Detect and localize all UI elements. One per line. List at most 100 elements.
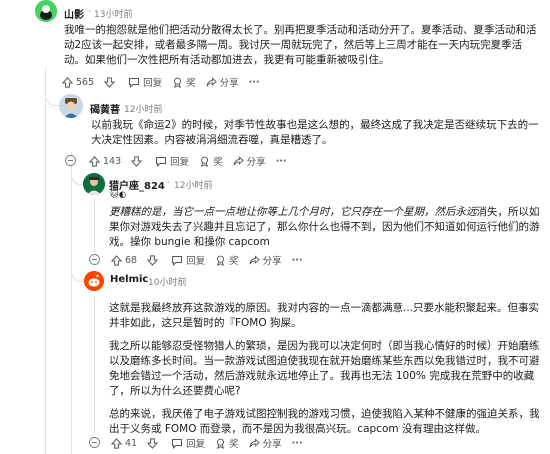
reply-label: 回复 — [186, 439, 206, 450]
award-label: 奖 — [229, 439, 239, 450]
thread-connector — [71, 166, 84, 282]
share-icon — [249, 254, 260, 264]
avatar[interactable] — [84, 271, 104, 291]
award-label: 奖 — [186, 78, 196, 89]
vote-count: 41 — [125, 437, 138, 449]
downvote-icon — [147, 254, 159, 266]
award-label: 奖 — [229, 256, 239, 267]
upvote-button[interactable]: 143 — [89, 156, 121, 167]
comment-paragraph: 我之所以能够忍受怪物猎人的繁琐，是因为我可以决定何时（即当我心情好的时候）开始磨… — [109, 340, 540, 397]
comment-icon — [172, 438, 183, 449]
user-avatar-icon — [83, 173, 105, 195]
share-label: 分享 — [246, 157, 266, 168]
meta-separator: · — [88, 7, 91, 17]
comment-username[interactable]: 山影 — [64, 6, 84, 21]
reply-button[interactable]: 回复 — [171, 436, 205, 450]
share-icon — [233, 155, 244, 165]
reply-button[interactable]: 回复 — [171, 253, 205, 267]
comment-paragraph: 以前我玩《命运2》的时候，对季节性故事也是这么想的，最终这成了我决定是否继续玩下… — [91, 119, 539, 146]
more-options-button[interactable]: ··· — [276, 156, 287, 167]
award-button[interactable]: 奖 — [215, 253, 239, 267]
award-button[interactable]: 奖 — [172, 75, 196, 89]
reply-button[interactable]: 回复 — [128, 75, 162, 89]
reply-label: 回复 — [170, 157, 190, 168]
share-icon — [249, 437, 260, 447]
thread-line-level1[interactable] — [45, 68, 46, 454]
italic-text: 更糟糕的是，当它一点一点地让你等上几个月时，它只存在一个星期，然后永远 — [109, 206, 477, 218]
share-button[interactable]: 分享 — [249, 253, 282, 267]
comment-timestamp[interactable]: 13小时前 — [94, 7, 132, 20]
upvote-icon — [111, 437, 122, 449]
comment-body: 更糟糕的是，当它一点一点地让你等上几个月时，它只存在一个星期，然后永远消失，所以… — [109, 205, 541, 250]
thread-line-level3[interactable] — [94, 199, 95, 253]
avatar[interactable] — [35, 0, 57, 22]
comment-actions: 565 回复 奖 分享 ··· — [62, 75, 270, 89]
avatar[interactable] — [59, 94, 83, 118]
downvote-button[interactable] — [147, 254, 161, 266]
meta-separator: · — [117, 102, 120, 112]
upvote-icon — [89, 155, 100, 167]
share-label: 分享 — [219, 78, 239, 89]
downvote-button[interactable] — [147, 437, 161, 449]
collapse-icon[interactable] — [89, 254, 100, 265]
comment-actions: 68 回复 奖 分享 ··· — [111, 253, 312, 267]
award-icon — [217, 255, 225, 266]
comment-paragraph: 总的来说，我厌倦了电子游戏试图控制我的游戏习惯，迫使我陷入某种不健康的强迫关系，… — [109, 408, 540, 435]
upvote-button[interactable]: 565 — [62, 77, 94, 88]
award-icon — [217, 438, 225, 449]
award-button[interactable]: 奖 — [215, 436, 239, 450]
comment-body: 以前我玩《命运2》的时候，对季节性故事也是这么想的，最终这成了我决定是否继续玩下… — [91, 118, 541, 148]
comment-timestamp[interactable]: 12小时前 — [174, 178, 212, 191]
thread-line-level3[interactable] — [94, 296, 95, 434]
reply-label: 回复 — [186, 256, 206, 267]
vote-count: 68 — [125, 254, 138, 266]
award-icon — [201, 156, 209, 167]
avatar[interactable] — [83, 173, 105, 195]
thread-connector — [45, 93, 60, 106]
upvote-icon — [111, 254, 122, 266]
vote-count: 565 — [76, 76, 95, 88]
award-label: 奖 — [213, 157, 223, 168]
comment-icon — [129, 77, 140, 88]
share-label: 分享 — [262, 439, 282, 450]
reply-label: 回复 — [143, 78, 163, 89]
downvote-icon — [104, 76, 116, 88]
user-avatar-icon — [59, 94, 83, 118]
comment-username[interactable]: 碣黄菩 — [90, 101, 120, 116]
comment-timestamp[interactable]: 12小时前 — [124, 102, 162, 115]
comment-timestamp[interactable]: 10小时前 — [148, 275, 186, 288]
downvote-button[interactable] — [131, 155, 145, 167]
comment-actions: 41 回复 奖 分享 ··· — [111, 436, 312, 450]
share-button[interactable]: 分享 — [233, 154, 266, 168]
snoo-avatar-icon — [84, 271, 104, 291]
share-icon — [206, 76, 217, 86]
collapse-icon[interactable] — [89, 437, 100, 448]
upvote-button[interactable]: 41 — [111, 438, 137, 449]
share-label: 分享 — [262, 256, 282, 267]
more-options-button[interactable]: ··· — [292, 438, 303, 449]
share-button[interactable]: 分享 — [206, 75, 239, 89]
comment-icon — [156, 156, 167, 167]
award-button[interactable]: 奖 — [199, 154, 223, 168]
comment-paragraph: 这就是我最终放弃这款游戏的原因。我对内容的一点一滴都满意...只要水能积聚起来。… — [109, 302, 540, 329]
meta-separator: · — [167, 178, 170, 188]
comment-icon — [172, 255, 183, 266]
snoo-avatar-icon — [35, 0, 57, 22]
comment-paragraph: 更糟糕的是，当它一点一点地让你等上几个月时，它只存在一个星期，然后永远消失，所以… — [109, 205, 541, 250]
vote-count: 143 — [103, 155, 122, 167]
downvote-icon — [147, 437, 159, 449]
comment-body: 这就是我最终放弃这款游戏的原因。我对内容的一点一滴都满意...只要水能积聚起来。… — [109, 301, 541, 437]
more-options-button[interactable]: ··· — [292, 255, 303, 266]
downvote-icon — [131, 155, 143, 167]
comment-body: 我唯一的抱怨就是他们把活动分散得太长了。别再把夏季活动和活动分开了。夏季活动、夏… — [64, 23, 542, 68]
more-options-button[interactable]: ··· — [249, 77, 260, 88]
collapse-icon[interactable] — [65, 155, 76, 166]
downvote-button[interactable] — [104, 76, 118, 88]
upvote-icon — [62, 76, 73, 88]
share-button[interactable]: 分享 — [249, 436, 282, 450]
upvote-button[interactable]: 68 — [111, 255, 137, 266]
award-icon — [174, 77, 182, 88]
comment-paragraph: 我唯一的抱怨就是他们把活动分散得太长了。别再把夏季活动和活动分开了。夏季活动、夏… — [64, 24, 537, 66]
comment-actions: 143 回复 奖 分享 ··· — [89, 154, 297, 168]
reply-button[interactable]: 回复 — [155, 154, 189, 168]
